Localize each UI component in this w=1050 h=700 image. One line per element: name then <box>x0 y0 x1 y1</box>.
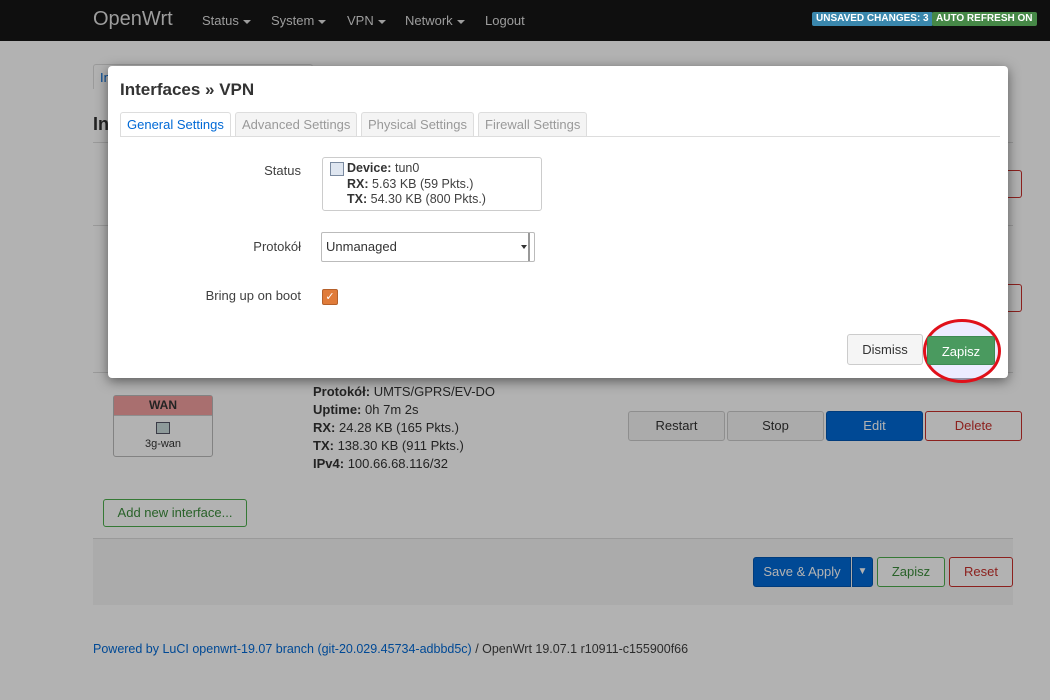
protocol-select[interactable]: Unmanaged <box>321 232 535 262</box>
protocol-label: Protokół <box>253 239 301 254</box>
chevron-down-icon <box>318 19 327 24</box>
tab-general-settings[interactable]: General Settings <box>120 112 231 137</box>
nav-network[interactable]: Network <box>405 13 465 28</box>
device-value: tun0 <box>394 161 420 175</box>
protocol-selected-value: Unmanaged <box>326 239 397 254</box>
modal-save-button[interactable]: Zapisz <box>927 336 995 365</box>
dropdown-arrow-icon <box>521 245 527 249</box>
auto-refresh-badge[interactable]: AUTO REFRESH ON <box>932 12 1037 26</box>
nav-logout[interactable]: Logout <box>485 13 525 28</box>
checkmark-icon: ✓ <box>325 291 335 303</box>
status-label: Status <box>264 163 301 178</box>
dismiss-button[interactable]: Dismiss <box>847 334 923 365</box>
nav-vpn[interactable]: VPN <box>347 13 386 28</box>
chevron-down-icon <box>242 19 251 24</box>
rx-value: 5.63 KB (59 Pkts.) <box>372 177 474 191</box>
nav-system[interactable]: System <box>271 13 327 28</box>
tx-value: 54.30 KB (800 Pkts.) <box>370 192 486 206</box>
brand-logo[interactable]: OpenWrt <box>93 8 173 31</box>
select-scrollbar <box>528 233 530 261</box>
nav-status[interactable]: Status <box>202 13 251 28</box>
boot-label: Bring up on boot <box>205 288 301 303</box>
modal-title: Interfaces » VPN <box>120 80 255 99</box>
device-label: Device: <box>347 161 392 175</box>
chevron-down-icon <box>377 19 386 24</box>
tab-advanced-settings[interactable]: Advanced Settings <box>235 112 358 137</box>
top-navbar: OpenWrt Status System VPN Network Logout… <box>0 0 1050 41</box>
rx-label: RX: <box>347 177 369 191</box>
tab-divider <box>120 136 1000 137</box>
unsaved-changes-badge[interactable]: UNSAVED CHANGES: 3 <box>812 12 933 26</box>
tx-label: TX: <box>347 192 368 206</box>
chevron-down-icon <box>456 19 465 24</box>
status-box: Device: tun0 RX: 5.63 KB (59 Pkts.) TX: … <box>322 157 542 211</box>
network-interface-icon <box>330 162 344 176</box>
tab-physical-settings[interactable]: Physical Settings <box>361 112 474 137</box>
interface-edit-modal: Interfaces » VPN General Settings Advanc… <box>108 66 1008 383</box>
bring-up-on-boot-checkbox[interactable]: ✓ <box>322 289 338 305</box>
tab-firewall-settings[interactable]: Firewall Settings <box>478 112 588 137</box>
